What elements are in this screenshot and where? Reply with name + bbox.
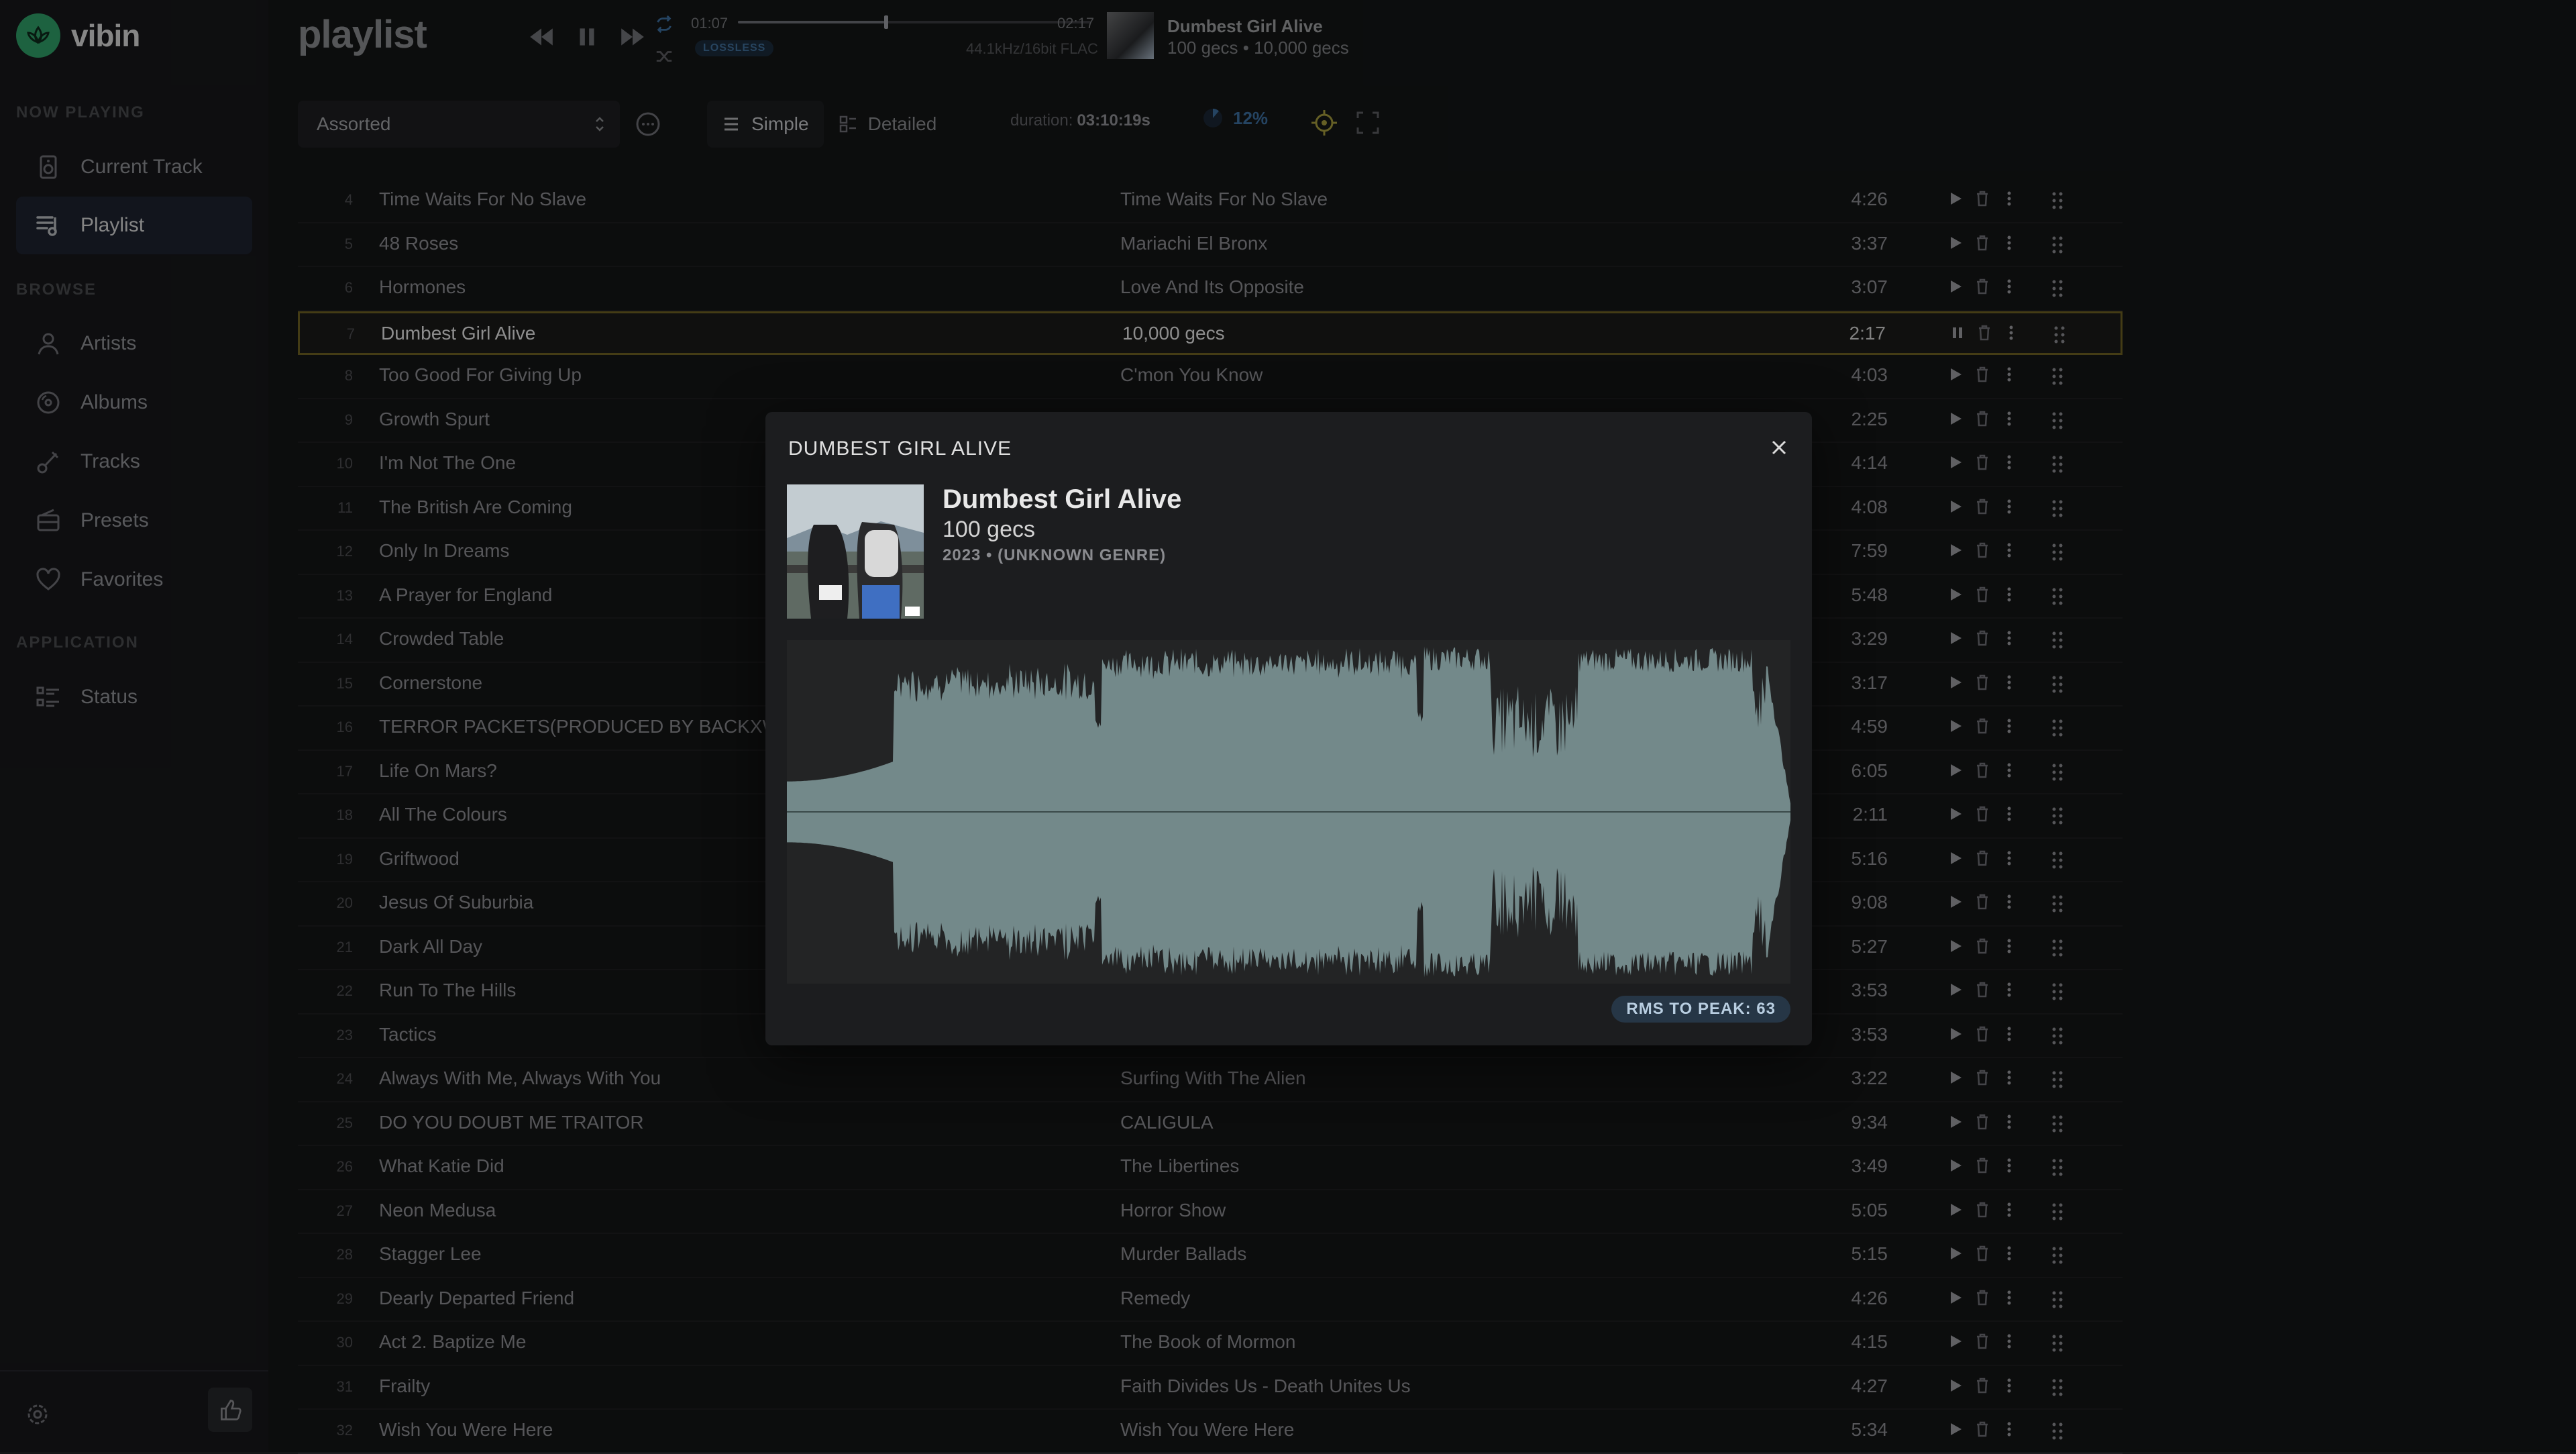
modal-track-title: Dumbest Girl Alive <box>943 484 1182 514</box>
modal-year-genre: 2023 • (UNKNOWN GENRE) <box>943 546 1167 564</box>
album-art <box>787 484 924 619</box>
modal-heading: DUMBEST GIRL ALIVE <box>788 437 1012 460</box>
rms-to-peak-badge: RMS TO PEAK: 63 <box>1611 996 1790 1023</box>
waveform <box>787 640 1790 984</box>
modal-artist: 100 gecs <box>943 517 1035 542</box>
track-waveform-modal: DUMBEST GIRL ALIVE Dumbest Girl Alive 10… <box>765 412 1812 1045</box>
close-icon[interactable] <box>1769 437 1789 458</box>
